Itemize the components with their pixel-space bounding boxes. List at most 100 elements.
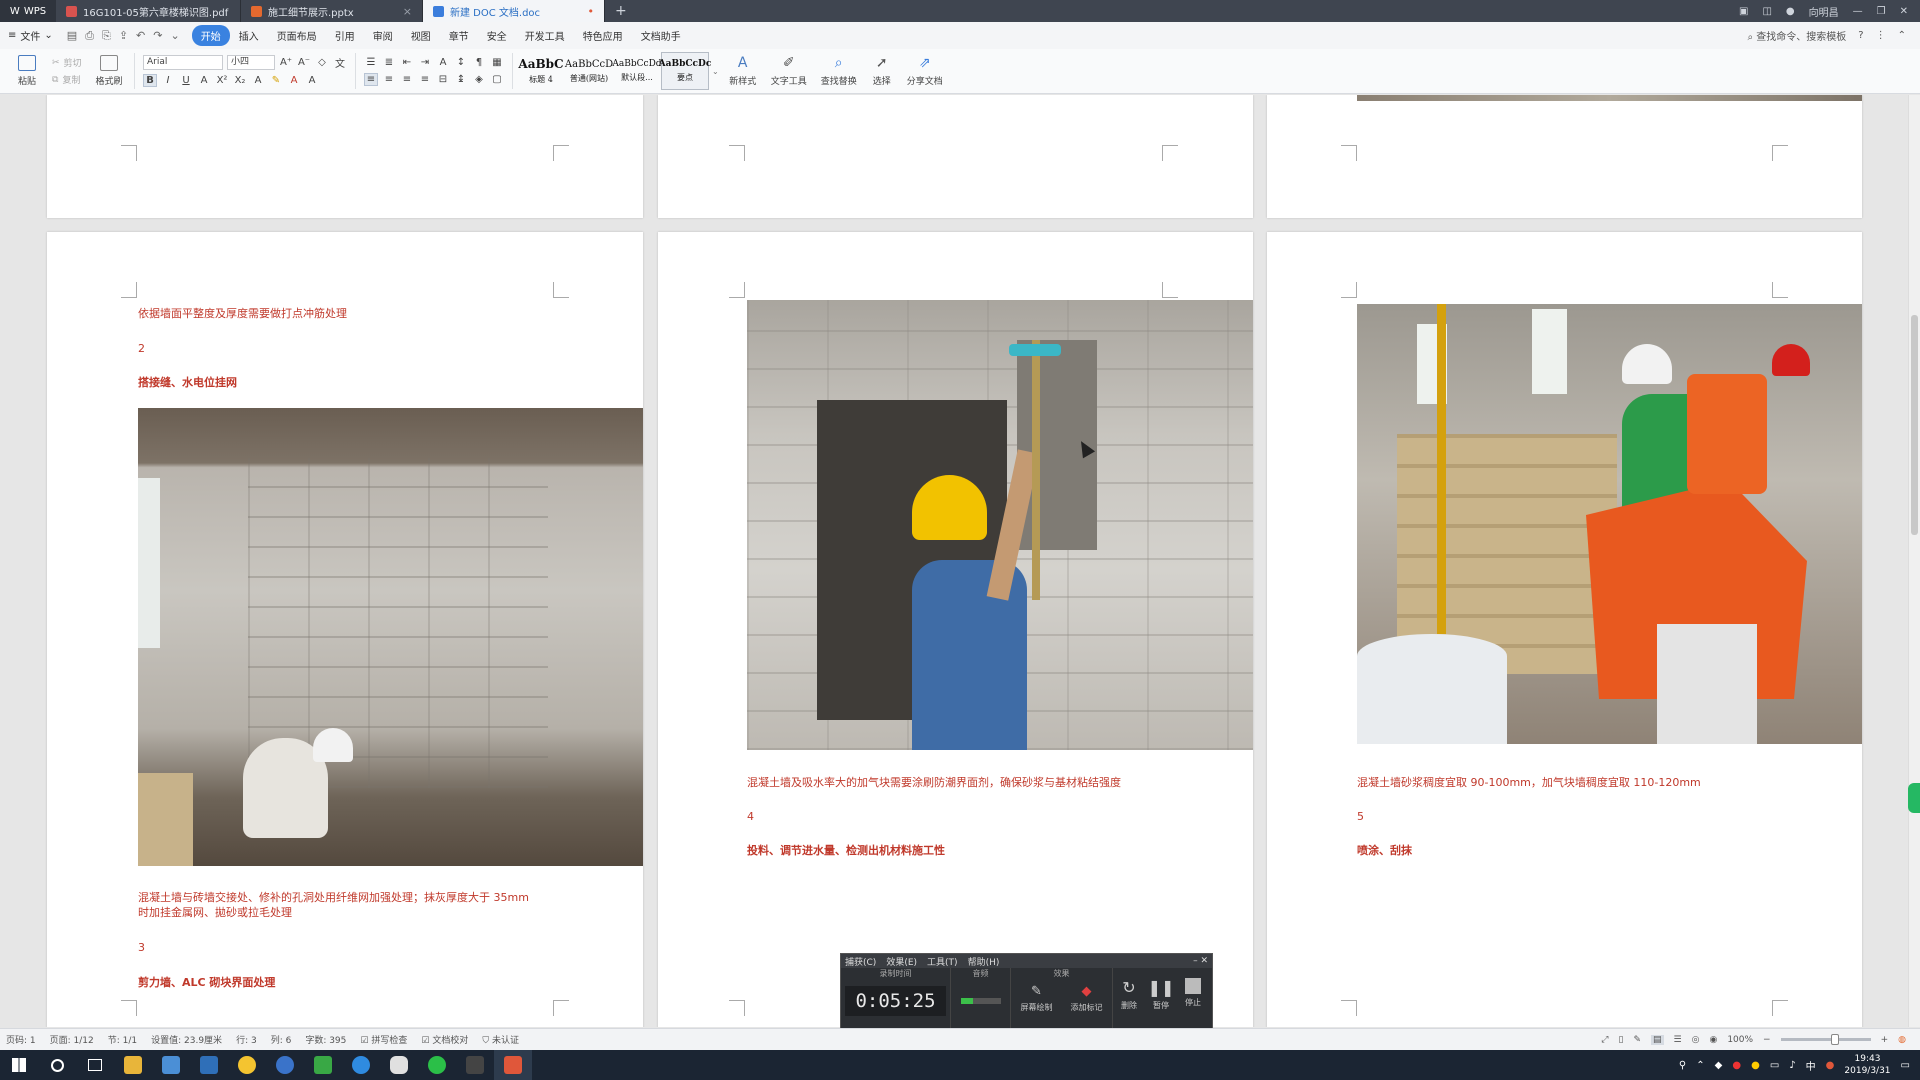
superscript-icon[interactable]: X² [215,74,229,87]
system-clock[interactable]: 19:43 2019/3/31 [1844,1053,1890,1077]
grow-font-icon[interactable]: A⁺ [279,56,293,69]
style-key-point[interactable]: AaBbCcDc 要点 [659,52,711,90]
user-name[interactable]: 向明昌 [1809,4,1839,19]
person-icon[interactable]: ⚲ [1679,1060,1686,1071]
tray-app-icon[interactable]: ● [1732,1060,1741,1071]
text-tools-button[interactable]: ✐ 文字工具 [764,55,814,87]
redo-icon[interactable]: ↷ [149,29,166,42]
format-painter-button[interactable]: 格式刷 [88,55,130,87]
stop-recording-button[interactable]: 停止 [1177,978,1209,1034]
show-marks-icon[interactable]: ¶ [472,56,486,69]
pinyin-icon[interactable]: 文 [333,56,347,70]
zoom-slider-knob[interactable] [1830,1034,1839,1045]
page-3[interactable]: 混凝土墙砂浆稠度宜取 90-100mm，加气块墙稠度宜取 110-120mm 5… [1267,232,1862,1027]
network-icon[interactable]: ▭ [1770,1060,1779,1071]
taskbar-app-video[interactable] [456,1050,494,1080]
close-icon[interactable]: × [403,5,412,18]
menu-tab-insert[interactable]: 插入 [230,25,268,46]
tray-app-icon[interactable]: ● [1751,1060,1760,1071]
step-number[interactable]: 4 [747,809,754,824]
taskbar-app-skype[interactable] [342,1050,380,1080]
taskbar-app-green[interactable] [304,1050,342,1080]
photo-wall-mesh[interactable] [138,408,643,866]
action-center-icon[interactable]: ▭ [1901,1060,1910,1071]
zoom-level[interactable]: 100% [1727,1035,1753,1045]
audio-level-meter[interactable] [960,998,1001,1004]
screen-draw-button[interactable]: ✎ 屏幕绘制 [1012,984,1062,1013]
minimize-icon[interactable]: — [1853,6,1863,17]
certification-status[interactable]: ⛉ 未认证 [482,1033,519,1046]
menu-tab-security[interactable]: 安全 [478,25,516,46]
sort-icon[interactable]: ↕ [454,56,468,69]
fullscreen-icon[interactable]: ⤢ [1601,1035,1608,1045]
zoom-slider[interactable] [1780,1034,1871,1045]
doc-tab-pdf[interactable]: 16G101-05第六章楼梯识图.pdf [56,0,241,22]
recorder-menu-tools[interactable]: 工具(T) [927,955,958,968]
bold-icon[interactable]: B [143,74,157,87]
paragraph-text[interactable]: 依据墙面平整度及厚度需要做打点冲筋处理 [138,306,347,321]
volume-icon[interactable]: ♪ [1789,1060,1795,1071]
outline-view-icon[interactable]: ☰ [1674,1035,1682,1045]
underline-icon[interactable]: U [179,74,193,87]
menu-tab-features[interactable]: 特色应用 [574,25,632,46]
vertical-scrollbar[interactable] [1908,95,1920,1027]
menu-tab-assistant[interactable]: 文档助手 [632,25,690,46]
text-effect-icon[interactable]: A [251,74,265,87]
subscript-icon[interactable]: X₂ [233,74,247,87]
status-page-num[interactable]: 页码: 1 [6,1033,36,1046]
step-heading[interactable]: 搭接缝、水电位挂网 [138,375,237,390]
photo-spray-machine[interactable] [1357,304,1862,744]
tray-app-icon[interactable]: ● [1826,1060,1835,1071]
doc-tab-pptx[interactable]: 施工细节展示.pptx × [241,0,423,22]
recorder-menu-capture[interactable]: 捕获(C) [845,955,876,968]
taskbar-app-explorer[interactable] [114,1050,152,1080]
step-number[interactable]: 5 [1357,809,1364,824]
menu-tab-chapter[interactable]: 章节 [440,25,478,46]
select-button[interactable]: ➚ 选择 [864,55,900,87]
shrink-font-icon[interactable]: A⁻ [297,56,311,69]
maximize-icon[interactable]: ❐ [1877,6,1886,17]
tray-expand-icon[interactable]: ⌃ [1696,1060,1704,1071]
new-tab-button[interactable]: + [605,3,637,19]
file-menu[interactable]: ≡ 文件 ⌄ [8,28,63,43]
menu-tab-view[interactable]: 视图 [402,25,440,46]
notification-bell-icon[interactable]: ◆ [1715,1060,1723,1071]
task-view-button[interactable] [76,1050,114,1080]
step-number[interactable]: 2 [138,341,145,356]
paragraph-text[interactable]: 混凝土墙及吸水率大的加气块需要涂刷防潮界面剂，确保砂浆与基材粘结强度 [747,775,1121,790]
font-size-select[interactable]: 小四 [227,55,275,70]
start-button[interactable] [0,1050,38,1080]
print-preview-icon[interactable]: ⎙ [81,29,98,43]
photo-worker-wall[interactable] [747,300,1253,750]
doc-proof-toggle[interactable]: ☑ 文档校对 [421,1033,468,1046]
wps-logo[interactable]: W WPS [0,0,56,22]
decrease-indent-icon[interactable]: ⇤ [400,56,414,69]
taskbar-app-browser[interactable] [228,1050,266,1080]
undo-icon[interactable]: ↶ [132,29,149,42]
cut-button[interactable]: ✂ 剪切 [52,56,84,70]
clear-format-icon[interactable]: ◇ [315,56,329,69]
taskbar-app-calculator[interactable] [190,1050,228,1080]
align-left-icon[interactable]: ≡ [364,73,378,86]
taskbar-app-wechat[interactable] [418,1050,456,1080]
table-icon[interactable]: ▦ [490,56,504,69]
menu-tab-references[interactable]: 引用 [326,25,364,46]
screen-recorder-panel[interactable]: 捕获(C) 效果(E) 工具(T) 帮助(H) – ✕ 录制时间 0:05:25… [840,953,1213,1034]
status-word-count[interactable]: 字数: 395 [305,1033,346,1046]
print-icon[interactable]: ⎘ [98,29,115,43]
italic-icon[interactable]: I [161,74,175,87]
step-heading[interactable]: 剪力墙、ALC 砌块界面处理 [138,975,275,990]
styles-scroll-icon[interactable]: ⌄ [709,67,722,76]
paragraph-text[interactable]: 混凝土墙砂浆稠度宜取 90-100mm，加气块墙稠度宜取 110-120mm [1357,775,1701,790]
paragraph-text[interactable]: 混凝土墙与砖墙交接处、修补的孔洞处用纤维网加强处理；抹灰厚度大于 35mm [138,890,529,905]
page-1[interactable]: 依据墙面平整度及厚度需要做打点冲筋处理 2 搭接缝、水电位挂网 混凝土墙与砖墙交… [47,232,643,1027]
shading-icon[interactable]: ◈ [472,73,486,86]
add-marker-button[interactable]: ◆ 添加标记 [1062,984,1112,1013]
help-icon[interactable]: ? [1858,30,1863,41]
recorder-menu-effects[interactable]: 效果(E) [886,955,917,968]
align-center-icon[interactable]: ≡ [382,73,396,86]
strikethrough-icon[interactable]: A [197,74,211,87]
export-icon[interactable]: ⇪ [115,29,132,42]
taskbar-app-shield[interactable] [266,1050,304,1080]
delete-recording-button[interactable]: ↻ 删除 [1113,978,1145,1034]
